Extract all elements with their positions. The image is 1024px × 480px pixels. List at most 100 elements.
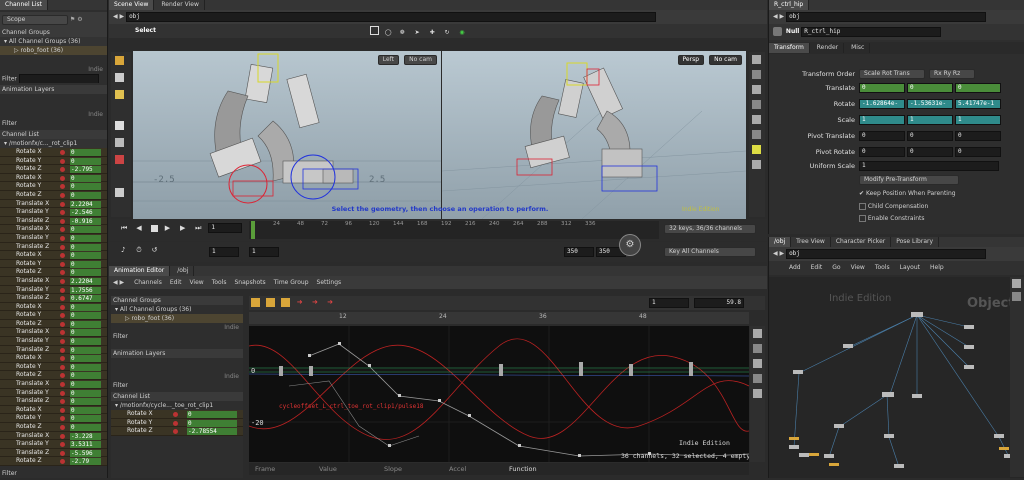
child-comp-row[interactable]: Child Compensation <box>859 202 928 211</box>
channel-row[interactable]: Translate X 2.2204 <box>0 276 107 286</box>
view-icon[interactable] <box>115 188 124 197</box>
channel-key-dot[interactable] <box>60 356 65 362</box>
anim-channel-row[interactable]: Rotate Z -2.78554 <box>111 427 243 436</box>
tab-misc[interactable]: Misc <box>846 43 871 53</box>
key-all-channels-button[interactable]: Key All Channels <box>664 247 756 257</box>
keep-position-checkbox[interactable]: ✔ <box>859 190 864 197</box>
handle-icon[interactable] <box>115 56 124 65</box>
net-back-icon[interactable]: ◀ ▶ <box>773 250 784 257</box>
net-icon-1[interactable] <box>1012 279 1021 288</box>
channel-key-dot[interactable] <box>60 433 65 439</box>
channel-value[interactable]: 0 <box>70 372 101 380</box>
param-value-z[interactable]: 5.41747e-1 <box>955 99 1001 109</box>
network-menu-item[interactable]: Layout <box>900 264 920 271</box>
channel-row[interactable]: Rotate Y 0 <box>0 311 107 320</box>
channel-key-dot[interactable] <box>60 278 65 284</box>
realtime-icon[interactable]: ⏱ <box>136 246 145 255</box>
frame-field[interactable]: 1 <box>208 223 243 233</box>
param-value-z[interactable]: 1 <box>955 115 1001 125</box>
tab-r-ctrl-hip[interactable]: R_ctrl_hip <box>769 0 810 10</box>
anim-channel-key-dot[interactable] <box>173 420 178 426</box>
box-tool-icon[interactable] <box>266 298 276 307</box>
play-icon[interactable]: ▶ <box>165 224 174 233</box>
all-groups-item[interactable]: ▾ All Channel Groups (36) <box>0 37 107 46</box>
robo-foot-item[interactable]: ▷ robo_foot (36) <box>0 46 107 55</box>
channel-value[interactable]: 0 <box>70 226 101 234</box>
channel-value[interactable]: 1.7556 <box>70 286 101 294</box>
channel-row[interactable]: Translate Z 0.6747 <box>0 294 107 303</box>
tab-transform[interactable]: Transform <box>769 43 810 53</box>
channel-row[interactable]: Translate X -3.228 <box>0 431 107 441</box>
transform-icon[interactable] <box>115 138 124 147</box>
box-select-icon[interactable] <box>369 26 379 35</box>
display-icon-4[interactable] <box>752 100 761 109</box>
channel-key-dot[interactable] <box>60 244 65 250</box>
key-icon[interactable]: ⚙ <box>619 234 641 256</box>
channel-row[interactable]: Translate Y 0 <box>0 388 107 398</box>
channel-row[interactable]: Rotate X 0 <box>0 354 107 363</box>
network-tab[interactable]: Character Picker <box>831 237 892 247</box>
channel-row[interactable]: Rotate Y 0 <box>0 182 107 191</box>
constraints-row[interactable]: Enable Constraints <box>859 214 925 223</box>
channel-key-dot[interactable] <box>60 167 65 173</box>
channel-key-dot[interactable] <box>60 390 65 396</box>
cursor-icon[interactable] <box>115 121 124 130</box>
channel-value[interactable]: 0 <box>70 381 101 389</box>
param-value-x[interactable]: 0 <box>859 83 905 93</box>
channel-row[interactable]: Rotate Y 0 <box>0 414 107 423</box>
channel-key-dot[interactable] <box>60 399 65 405</box>
channel-row[interactable]: Rotate X 0 <box>0 302 107 312</box>
channel-value[interactable]: 0 <box>70 329 101 337</box>
step-forward-icon[interactable]: ▶ <box>180 224 189 233</box>
channel-value[interactable]: 0 <box>70 303 101 311</box>
channel-value[interactable]: 0 <box>70 174 101 182</box>
param-value-y[interactable]: -1.53631e- <box>907 99 953 109</box>
keep-position-row[interactable]: ✔ Keep Position When Parenting <box>859 189 956 198</box>
channel-row[interactable]: Rotate Y 0 <box>0 156 107 166</box>
channel-key-dot[interactable] <box>60 296 65 302</box>
anim-robo-foot[interactable]: ▷ robo_foot (36) <box>111 314 243 323</box>
channel-value[interactable]: 0 <box>70 398 101 406</box>
network-tab[interactable]: /obj <box>769 237 792 247</box>
scope-dropdown[interactable]: Scope <box>2 15 68 25</box>
range-end[interactable]: 350 <box>564 247 594 257</box>
param-value-x[interactable]: 1 <box>859 115 905 125</box>
channel-key-dot[interactable] <box>60 373 65 379</box>
channel-key-dot[interactable] <box>60 459 65 465</box>
network-menu-item[interactable]: Add <box>789 264 801 271</box>
anim-channel-value[interactable]: 0 <box>187 411 237 418</box>
channel-value[interactable]: 0 <box>70 243 101 251</box>
channel-row[interactable]: Translate Z 0 <box>0 345 107 355</box>
constraints-checkbox[interactable] <box>859 215 866 222</box>
param-value-y[interactable]: 1 <box>907 115 953 125</box>
network-tab[interactable]: Pose Library <box>891 237 940 247</box>
scale-tool-icon[interactable] <box>281 298 291 307</box>
snap-icon[interactable]: ◉ <box>459 26 468 36</box>
param-value-x[interactable]: 0 <box>859 147 905 157</box>
channel-value[interactable]: 3.5311 <box>70 441 101 449</box>
select-tool-icon[interactable] <box>251 298 260 307</box>
channel-value[interactable]: 0 <box>70 424 101 431</box>
channel-value[interactable]: -2.795 <box>70 166 101 174</box>
rotate-order-dropdown[interactable]: Rx Ry Rz <box>929 69 975 79</box>
range-start[interactable]: 1 <box>209 247 239 257</box>
scene-path-field[interactable]: obj <box>126 11 657 22</box>
network-path-field[interactable]: obj <box>786 248 987 259</box>
anim-channel-value[interactable]: -2.78554 <box>187 428 237 436</box>
network-canvas[interactable]: Indie Edition Objects <box>769 277 1024 478</box>
channel-value[interactable]: 0 <box>70 363 101 371</box>
channel-row[interactable]: Rotate X 0 <box>0 251 107 260</box>
anim-menu-item[interactable]: Tools <box>212 279 227 286</box>
pick-icon[interactable]: ➤ <box>415 26 424 36</box>
channel-key-dot[interactable] <box>60 339 65 345</box>
channel-key-dot[interactable] <box>60 270 65 276</box>
back-icon[interactable]: ◀ ▶ <box>113 13 124 20</box>
channel-key-dot[interactable] <box>60 313 65 319</box>
channel-key-dot[interactable] <box>60 227 65 233</box>
channel-value[interactable]: 0 <box>70 355 101 363</box>
channel-row[interactable]: Translate X 0 <box>0 328 107 338</box>
stop-icon[interactable] <box>151 224 159 232</box>
left-cam-button[interactable]: No cam <box>404 55 437 65</box>
channel-value[interactable]: -2.546 <box>70 209 101 217</box>
snap-grid-icon[interactable] <box>753 389 762 398</box>
